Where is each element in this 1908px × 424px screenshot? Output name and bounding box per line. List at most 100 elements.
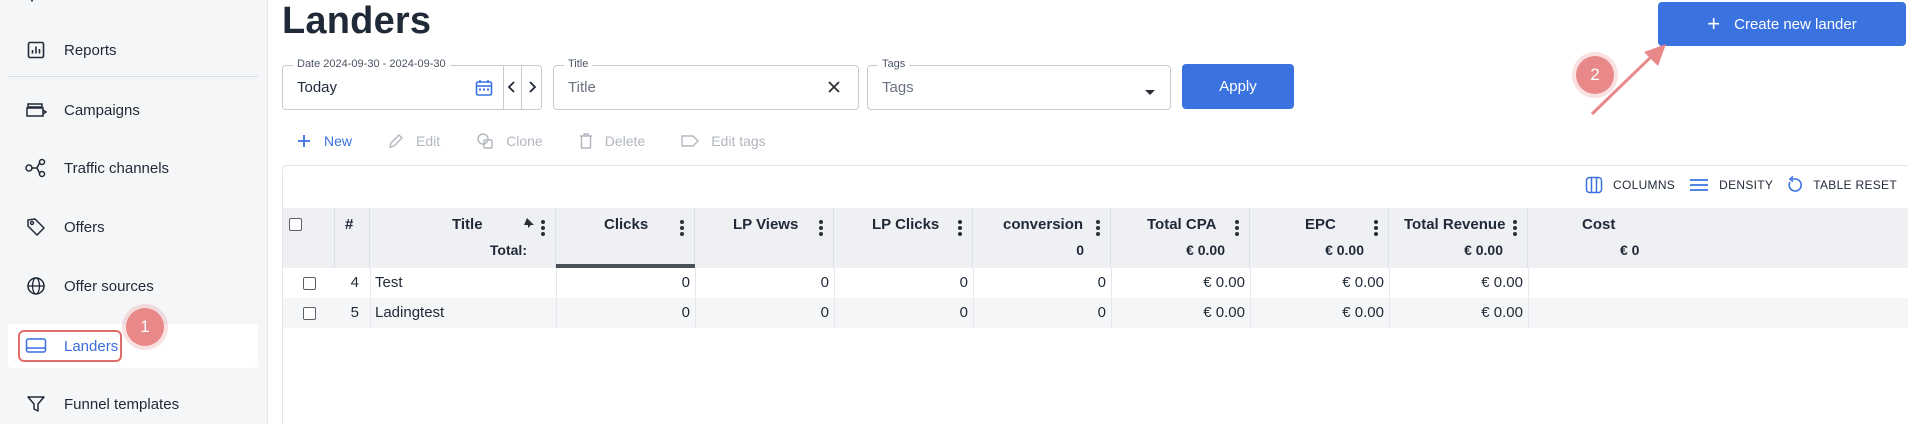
clone-button[interactable]: Clone — [476, 132, 543, 150]
column-menu-icon[interactable] — [1374, 220, 1378, 238]
clone-label: Clone — [506, 133, 543, 149]
column-menu-icon[interactable] — [958, 220, 962, 238]
column-menu-icon[interactable] — [819, 220, 823, 238]
row-checkbox[interactable] — [303, 307, 316, 320]
column-menu-icon[interactable] — [541, 220, 545, 238]
total-label: Total: — [489, 242, 527, 258]
total-revenue-value: € 0.00 — [1464, 242, 1503, 258]
table-tools: COLUMNS DENSITY TABLE RESET — [1571, 176, 1897, 194]
sidebar-item-campaigns[interactable]: Campaigns — [8, 88, 258, 132]
sidebar-item-funnel-templates[interactable]: Funnel templates — [8, 382, 258, 424]
column-menu-icon[interactable] — [1513, 220, 1517, 238]
header-conversion[interactable]: conversion 0 — [973, 208, 1111, 268]
sidebar-item-label: Traffic channels — [64, 159, 170, 177]
landers-table: COLUMNS DENSITY TABLE RESET # Title Tota… — [282, 165, 1908, 424]
share-nodes-icon — [24, 156, 48, 180]
columns-button[interactable]: COLUMNS — [1585, 176, 1675, 194]
title-filter-label: Title — [564, 58, 593, 70]
table-header: # Title Total: Clicks LP Views LP Clicks… — [283, 208, 1908, 268]
row-lp-views: 0 — [820, 274, 829, 291]
density-label: DENSITY — [1719, 178, 1774, 192]
sidebar-item-traffic-channels[interactable]: Traffic channels — [8, 146, 258, 190]
header-hash[interactable]: # — [335, 208, 370, 268]
new-button[interactable]: New — [296, 133, 352, 149]
apply-button[interactable]: Apply — [1182, 64, 1294, 109]
create-button-label: Create new lander — [1734, 15, 1857, 33]
header-total-revenue[interactable]: Total Revenue € 0.00 — [1389, 208, 1528, 268]
sidebar-item-offer-sources[interactable]: Offer sources — [8, 264, 258, 308]
landers-highlight-box — [18, 330, 122, 362]
chevron-right-icon[interactable] — [525, 78, 539, 101]
header-title-label: Title — [452, 216, 483, 233]
row-conversion: 0 — [1097, 304, 1106, 321]
row-total-revenue: € 0.00 — [1481, 274, 1523, 291]
column-menu-icon[interactable] — [680, 220, 684, 238]
row-checkbox[interactable] — [303, 277, 316, 290]
header-cost[interactable]: Cost € 0 — [1528, 208, 1667, 268]
calendar-icon[interactable] — [475, 79, 493, 102]
chevron-left-icon[interactable] — [505, 78, 519, 101]
plus-icon: + — [1707, 11, 1721, 36]
table-row[interactable]: 4 Test 0 0 0 0 € 0.00 € 0.00 € 0.00 — [283, 268, 1908, 298]
tags-filter-field[interactable]: Tags Tags — [867, 58, 1171, 110]
cell-divider — [370, 298, 371, 328]
sidebar-item-offers[interactable]: Offers — [8, 205, 258, 249]
bar-chart-icon — [24, 38, 48, 62]
header-lp-views[interactable]: LP Views — [695, 208, 834, 268]
sidebar-item-label: Reports — [64, 41, 117, 59]
row-total-cpa: € 0.00 — [1203, 304, 1245, 321]
create-new-lander-button[interactable]: + Create new lander — [1658, 2, 1906, 46]
sidebar: Reports Campaigns Traffic channels Offer… — [0, 0, 268, 424]
trash-icon — [579, 133, 593, 149]
edit-tags-button[interactable]: Edit tags — [681, 133, 766, 149]
page-title: Landers — [282, 0, 432, 42]
pin-icon[interactable] — [523, 216, 535, 234]
columns-label: COLUMNS — [1613, 178, 1676, 192]
select-all-checkbox[interactable] — [289, 218, 302, 231]
edit-tags-label: Edit tags — [711, 133, 766, 149]
dropdown-arrow-icon[interactable] — [1144, 84, 1156, 102]
density-button[interactable]: DENSITY — [1689, 178, 1773, 192]
table-row[interactable]: 5 Ladingtest 0 0 0 0 € 0.00 € 0.00 € 0.0… — [283, 298, 1908, 328]
title-filter-field[interactable]: Title Title — [553, 58, 859, 110]
delete-label: Delete — [604, 133, 646, 149]
header-title[interactable]: Title Total: — [370, 208, 556, 268]
table-reset-button[interactable]: TABLE RESET — [1787, 176, 1897, 194]
row-clicks: 0 — [681, 274, 690, 291]
cut-off-menu-item — [30, 0, 34, 3]
field-separator — [521, 66, 522, 109]
total-conversion: 0 — [1076, 242, 1084, 258]
column-menu-icon[interactable] — [1096, 220, 1100, 238]
row-epc: € 0.00 — [1342, 304, 1384, 321]
date-range-field[interactable]: Date 2024-09-30 - 2024-09-30 Today — [282, 58, 542, 110]
title-filter-placeholder: Title — [568, 79, 596, 96]
row-title: Test — [375, 274, 403, 291]
tag-icon — [24, 215, 48, 239]
action-toolbar: New Edit Clone Delete Edit tags — [296, 128, 802, 154]
header-clicks[interactable]: Clicks — [556, 208, 695, 268]
tags-filter-placeholder: Tags — [882, 79, 914, 96]
app-window: Reports Campaigns Traffic channels Offer… — [0, 0, 1908, 424]
row-epc: € 0.00 — [1342, 274, 1384, 291]
header-lp-clicks[interactable]: LP Clicks — [834, 208, 973, 268]
delete-button[interactable]: Delete — [579, 133, 645, 149]
header-epc[interactable]: EPC € 0.00 — [1250, 208, 1389, 268]
header-lp-views-label: LP Views — [733, 216, 799, 233]
column-menu-icon[interactable] — [1235, 220, 1239, 238]
header-hash-label: # — [345, 216, 354, 233]
pencil-icon — [388, 133, 404, 149]
edit-button[interactable]: Edit — [388, 133, 440, 149]
reset-icon — [1787, 176, 1803, 194]
clone-icon — [476, 132, 494, 150]
row-clicks: 0 — [681, 304, 690, 321]
row-id: 4 — [350, 274, 359, 291]
cell-divider — [1528, 298, 1529, 328]
sidebar-item-reports[interactable]: Reports — [8, 28, 258, 72]
clear-icon[interactable] — [826, 79, 842, 100]
plus-icon — [296, 133, 312, 149]
globe-icon — [24, 274, 48, 298]
header-total-cpa[interactable]: Total CPA € 0.00 — [1111, 208, 1250, 268]
annotation-badge-1: 1 — [126, 308, 164, 346]
header-total-cpa-label: Total CPA — [1147, 216, 1217, 233]
total-cpa-value: € 0.00 — [1186, 242, 1225, 258]
